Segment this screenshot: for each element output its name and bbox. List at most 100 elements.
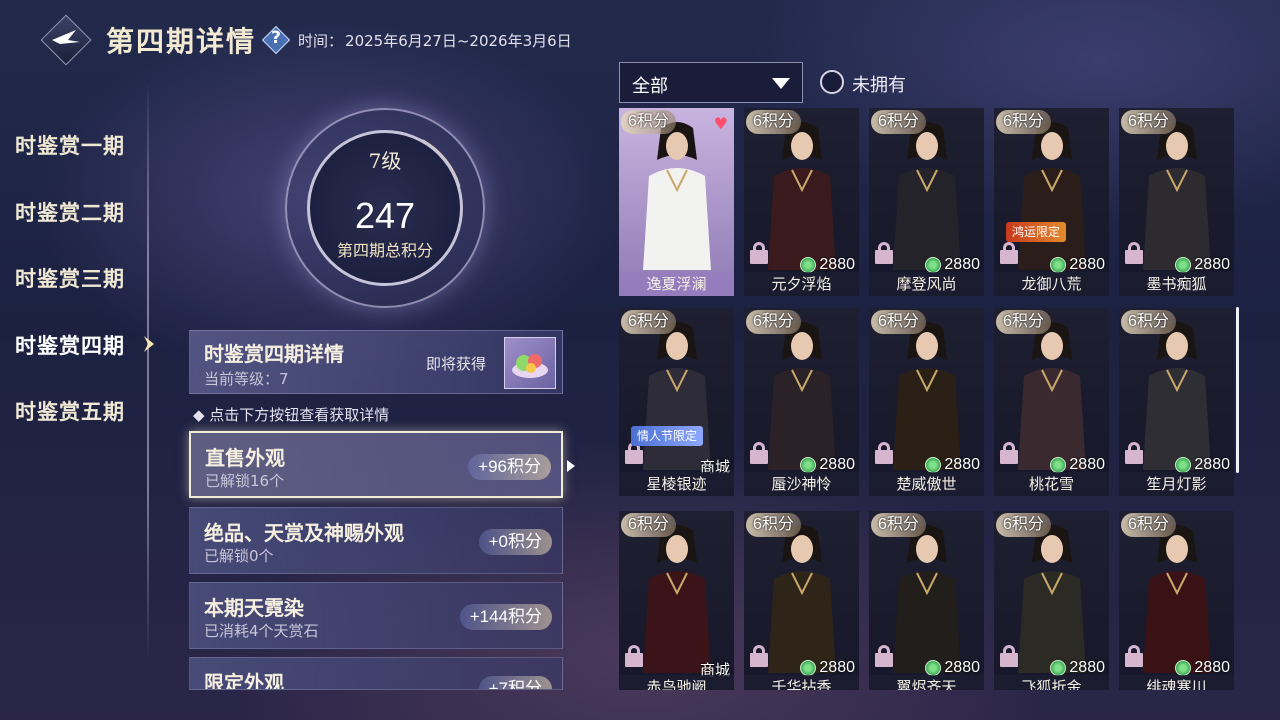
active-indicator-icon: [144, 335, 154, 352]
character-portrait: [766, 523, 838, 673]
outfit-card[interactable]: 6积分 2880 摩登风尚: [869, 108, 984, 296]
category-title: 绝品、天赏及神赐外观: [204, 521, 404, 545]
not-owned-radio[interactable]: [820, 70, 844, 94]
outfit-card[interactable]: 6积分 2880 楚威傲世: [869, 308, 984, 496]
character-portrait: [891, 523, 963, 673]
sidebar-item-period-5[interactable]: 时鉴赏五期: [0, 378, 150, 445]
character-portrait: [1016, 523, 1088, 673]
total-score-label: 第四期总积分: [336, 241, 433, 260]
card-points: 6积分: [1121, 310, 1176, 334]
sidebar-item-period-2[interactable]: 时鉴赏二期: [0, 179, 150, 246]
category-title: 直售外观: [205, 446, 285, 470]
limited-badge: 情人节限定: [631, 426, 704, 446]
category-limited[interactable]: 限定外观 +7积分: [189, 657, 563, 690]
character-portrait: [1141, 320, 1213, 470]
total-score: 247: [354, 195, 416, 236]
sidebar-item-period-3[interactable]: 时鉴赏三期: [0, 245, 150, 312]
outfit-card[interactable]: 6积分 2880 墨书痴狐: [1119, 108, 1234, 296]
outfit-card[interactable]: 6积分 2880 笙月灯影: [1119, 308, 1234, 496]
category-direct-sale[interactable]: 直售外观 已解锁16个 +96积分: [189, 431, 575, 498]
outfit-card[interactable]: 6积分 2880 绯魂寒川: [1119, 511, 1234, 690]
jade-coin-icon: [1050, 257, 1067, 273]
character-portrait: [766, 320, 838, 470]
jade-coin-icon: [925, 257, 942, 273]
jade-coin-icon: [1175, 257, 1192, 273]
time-value: 2025年6月27日~2026年3月6日: [345, 31, 572, 50]
sidebar-item-label: 时鉴赏三期: [15, 266, 125, 292]
card-points: 6积分: [871, 110, 926, 134]
card-name: 飞狐折金: [994, 675, 1109, 690]
limited-badge: 鸿运限定: [1006, 222, 1067, 242]
category-points: +96积分: [468, 454, 551, 480]
card-name: 墨书痴狐: [1119, 272, 1234, 296]
upcoming-reward-icon[interactable]: [504, 337, 556, 389]
category-subtitle: 已消耗4个天赏石: [204, 622, 319, 640]
jade-coin-icon: [800, 660, 817, 676]
card-name: 摩登风尚: [869, 272, 984, 296]
current-level: 当前等级：7: [204, 370, 289, 388]
help-icon: ?: [271, 28, 281, 48]
period-detail-panel[interactable]: 时鉴赏四期详情 当前等级：7 即将获得: [189, 330, 563, 394]
character-portrait: [641, 120, 713, 270]
help-button[interactable]: ?: [261, 25, 291, 55]
card-name: 逸夏浮澜: [619, 272, 734, 296]
character-portrait: [641, 523, 713, 673]
card-points: 6积分: [746, 513, 801, 537]
lock-icon: [875, 442, 893, 464]
card-name: 翼烬齐天: [869, 675, 984, 690]
outfit-card[interactable]: 6积分 情人节限定 商城 星棱银迹: [619, 308, 734, 496]
sidebar: 时鉴赏一期 时鉴赏二期 时鉴赏三期 时鉴赏四期 时鉴赏五期: [0, 112, 154, 445]
outfit-card[interactable]: 6积分 商城 赤鸟驰阙: [619, 511, 734, 690]
character-portrait: [1141, 120, 1213, 270]
outfit-card[interactable]: 6积分 2880 桃花雪: [994, 308, 1109, 496]
card-points: 6积分: [1121, 513, 1176, 537]
category-points: +7积分: [478, 676, 552, 689]
card-points: 6积分: [871, 513, 926, 537]
card-name: 元夕浮焰: [744, 272, 859, 296]
sidebar-item-label: 时鉴赏五期: [15, 399, 125, 425]
outfit-card[interactable]: 6积分 鸿运限定 2880 龙御八荒: [994, 108, 1109, 296]
outfit-card[interactable]: 6积分 2880 蜃沙神怜: [744, 308, 859, 496]
outfit-card[interactable]: 6积分 2880 翼烬齐天: [869, 511, 984, 690]
category-premium[interactable]: 绝品、天赏及神赐外观 已解锁0个 +0积分: [189, 507, 563, 574]
character-portrait: [766, 120, 838, 270]
back-button[interactable]: [40, 14, 92, 66]
sidebar-item-label: 时鉴赏二期: [15, 199, 125, 225]
card-points: 6积分: [746, 110, 801, 134]
sidebar-item-period-4[interactable]: 时鉴赏四期: [0, 312, 154, 379]
lock-icon: [875, 645, 893, 667]
jade-coin-icon: [800, 457, 817, 473]
dropdown-caret-icon: [772, 78, 790, 89]
outfit-card[interactable]: 6积分 ♥ 逸夏浮澜: [619, 108, 734, 296]
lock-icon: [625, 645, 643, 667]
favorite-heart-icon[interactable]: ♥: [714, 114, 728, 133]
upcoming-reward-label: 即将获得: [426, 355, 487, 373]
jade-coin-icon: [800, 257, 817, 273]
character-portrait: [891, 320, 963, 470]
lock-icon: [1125, 442, 1143, 464]
category-points: +0积分: [478, 529, 552, 555]
jade-coin-icon: [1050, 457, 1067, 473]
character-portrait: [1141, 523, 1213, 673]
detail-title: 时鉴赏四期详情: [204, 342, 344, 366]
outfit-card[interactable]: 6积分 2880 元夕浮焰: [744, 108, 859, 296]
outfit-card[interactable]: 6积分 2880 飞狐折金: [994, 511, 1109, 690]
not-owned-label[interactable]: 未拥有: [852, 71, 906, 97]
lock-icon: [1125, 242, 1143, 264]
lock-icon: [1000, 645, 1018, 667]
filter-dropdown[interactable]: 全部: [619, 62, 803, 103]
lock-icon: [875, 242, 893, 264]
category-title: 限定外观: [204, 671, 284, 690]
grid-scrollbar[interactable]: [1236, 307, 1239, 473]
card-name: 楚威傲世: [869, 472, 984, 496]
sidebar-item-label: 时鉴赏四期: [15, 332, 125, 358]
score-ring-inner: 7级 247 第四期总积分: [307, 130, 463, 286]
sidebar-item-period-1[interactable]: 时鉴赏一期: [0, 112, 150, 179]
card-points: 6积分: [871, 310, 926, 334]
lock-icon: [1125, 645, 1143, 667]
outfit-card[interactable]: 6积分 2880 千华拈香: [744, 511, 859, 690]
lock-icon: [1000, 242, 1018, 264]
card-points: 6积分: [996, 110, 1051, 134]
character-portrait: [891, 120, 963, 270]
category-dye[interactable]: 本期天霓染 已消耗4个天赏石 +144积分: [189, 582, 563, 649]
